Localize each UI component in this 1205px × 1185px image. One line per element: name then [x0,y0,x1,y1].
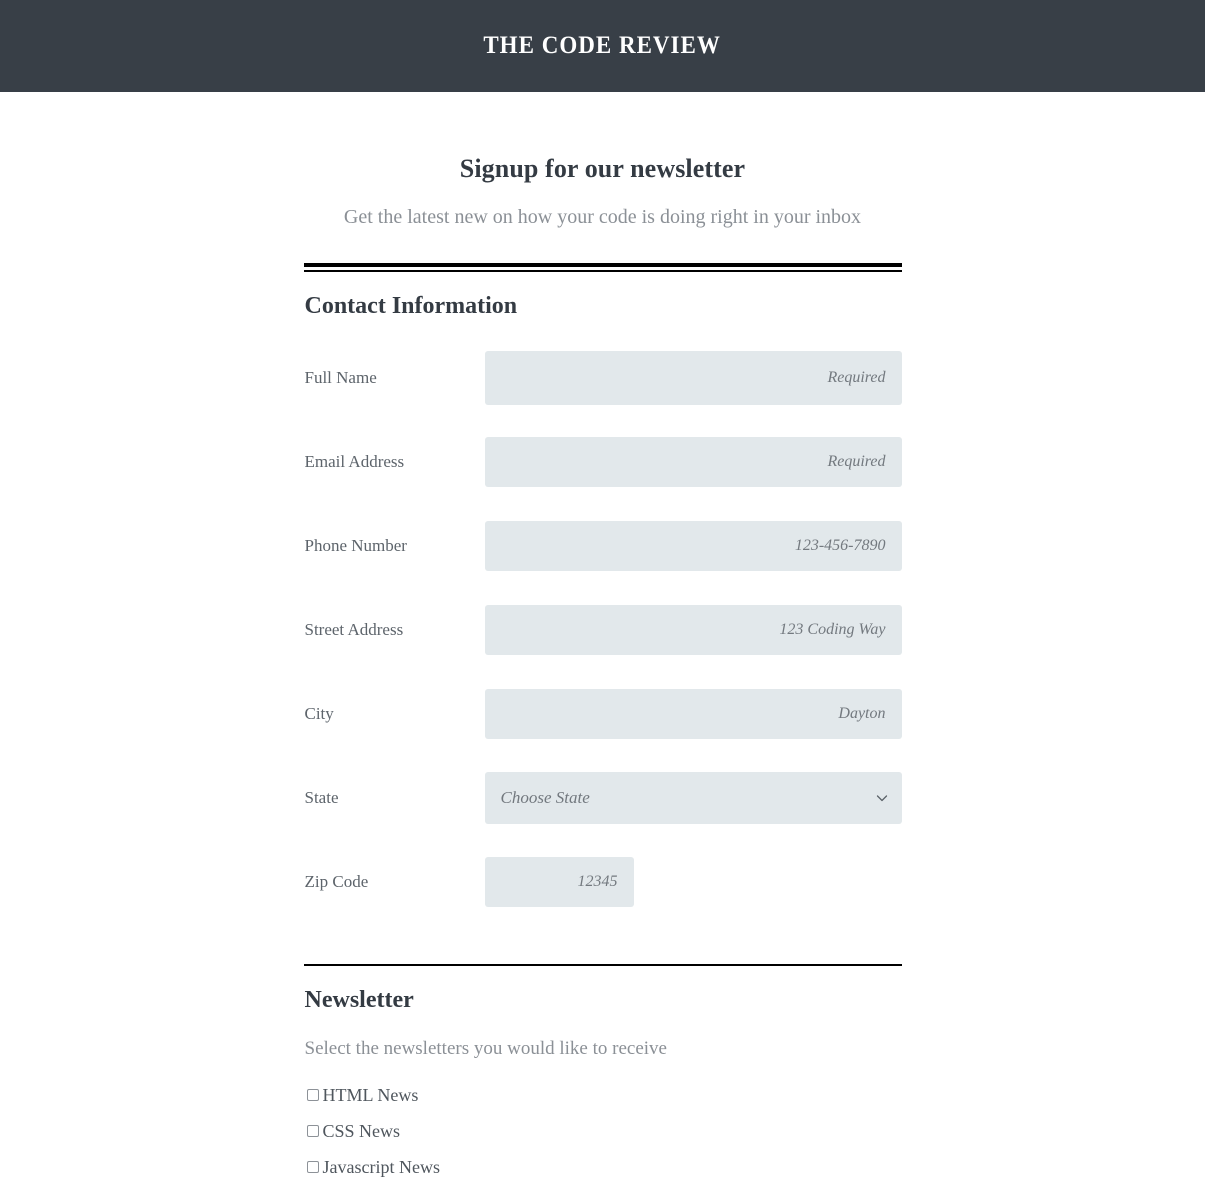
newsletter-note: Select the newsletters you would like to… [304,1038,667,1059]
site-header: THE CODE REVIEW [0,0,1205,92]
city-input[interactable] [484,689,902,739]
full-name-input[interactable] [484,351,902,405]
contact-fields: Full Name Email Address Phone Number Str… [304,336,902,924]
control-email-address [484,437,902,487]
checkbox-javascript-news[interactable] [306,1161,319,1173]
page-title: Signup for our newsletter [459,154,746,183]
checkbox-row-html-news[interactable]: HTML News [304,1077,902,1113]
control-state: Choose State [484,772,902,824]
control-full-name [484,351,902,405]
checkbox-row-css-news[interactable]: CSS News [304,1113,902,1149]
checkbox-html-news[interactable] [306,1089,319,1101]
label-city: City [304,704,334,723]
contact-information-heading: Contact Information [304,293,518,319]
section-divider-single [303,964,902,966]
label-zip-code: Zip Code [304,872,369,891]
checkbox-css-news[interactable] [306,1125,319,1137]
state-select-wrapper: Choose State [484,772,902,824]
label-email-address: Email Address [304,452,405,471]
street-address-input[interactable] [484,605,902,655]
field-row-state: State Choose State [304,756,902,840]
field-row-street-address: Street Address [304,588,902,672]
label-state: State [304,788,339,807]
control-zip-code [484,857,902,907]
signup-form-page: Signup for our newsletter Get the latest… [303,92,902,1185]
zip-code-input[interactable] [484,857,634,907]
checkbox-row-javascript-news[interactable]: Javascript News [304,1149,902,1185]
control-phone-number [484,521,902,571]
phone-number-input[interactable] [484,521,902,571]
control-street-address [484,605,902,655]
email-address-input[interactable] [484,437,902,487]
label-phone-number: Phone Number [304,536,407,555]
page-subtitle: Get the latest new on how your code is d… [343,206,862,228]
checkbox-label-javascript-news: Javascript News [322,1156,440,1177]
state-select-value: Choose State [500,788,590,807]
checkbox-label-html-news: HTML News [322,1084,419,1105]
field-row-full-name: Full Name [304,336,902,420]
control-city [484,689,902,739]
newsletter-heading: Newsletter [304,987,414,1013]
newsletter-options: HTML News CSS News Javascript News [304,1077,902,1185]
checkbox-label-css-news: CSS News [322,1120,401,1141]
label-full-name: Full Name [304,368,377,387]
section-divider-double [303,263,902,272]
field-row-zip-code: Zip Code [304,840,902,924]
site-title: THE CODE REVIEW [483,32,722,59]
field-row-city: City [304,672,902,756]
label-street-address: Street Address [304,620,404,639]
field-row-phone-number: Phone Number [304,504,902,588]
field-row-email-address: Email Address [304,420,902,504]
state-select[interactable]: Choose State [484,772,902,824]
